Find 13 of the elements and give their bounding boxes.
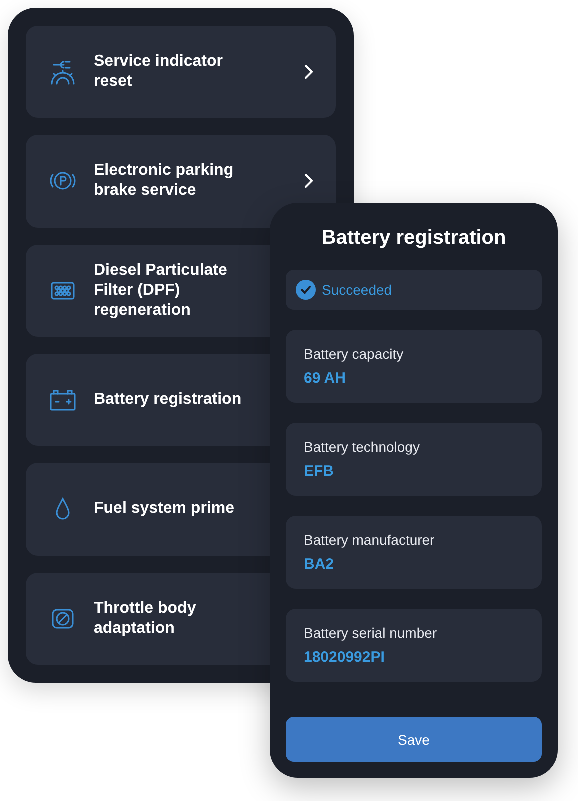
service-label: Battery registration: [94, 390, 243, 410]
field-value: BA2: [304, 556, 336, 573]
service-label: Service indicator reset: [94, 52, 224, 92]
chevron-icon: [302, 65, 316, 80]
service-label: Fuel system prime: [94, 499, 236, 520]
chevron-icon: [302, 174, 316, 188]
field-value: EFB: [304, 463, 335, 480]
service-label: Electronic parking brake service: [94, 161, 235, 202]
service-label: Throttle body adaptation: [94, 598, 198, 639]
service-card[interactable]: Electronic parking brake service: [26, 135, 336, 228]
service-label: Diesel Particulate Filter (DPF) regeneration: [94, 260, 228, 321]
save-button[interactable]: Save: [286, 717, 542, 762]
service-card[interactable]: Service indicator reset: [26, 26, 336, 118]
